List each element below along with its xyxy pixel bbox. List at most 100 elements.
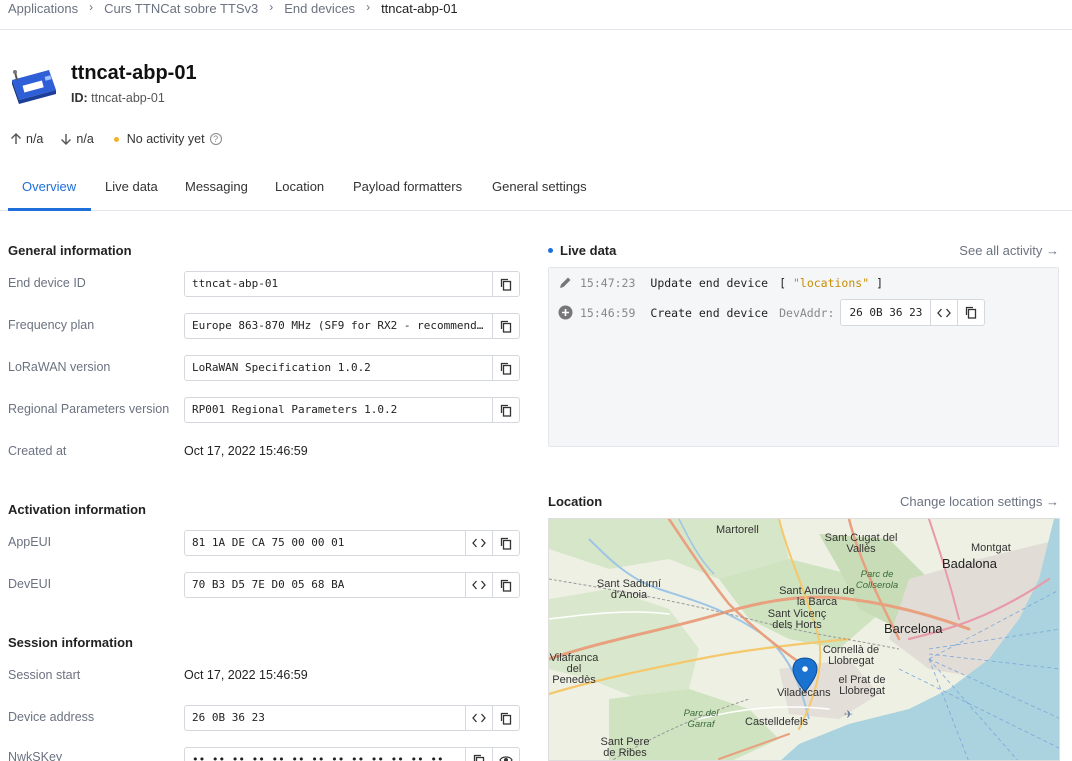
- breadcrumb: Applications › Curs TTNCat sobre TTSv3 ›…: [0, 0, 1072, 30]
- deveui-field: 70 B3 D5 7E D0 05 68 BA: [184, 572, 520, 598]
- map-label: el Prat de Llobregat: [838, 674, 886, 697]
- activation-info-title: Activation information: [8, 502, 146, 517]
- toggle-format-button[interactable]: [465, 706, 492, 730]
- pencil-icon: [557, 275, 573, 291]
- toggle-format-button[interactable]: [465, 531, 492, 555]
- uplink-stat: n/a: [9, 132, 43, 146]
- svg-text:✈: ✈: [844, 709, 853, 721]
- frequency-plan-field: Europe 863-870 MHz (SF9 for RX2 - recomm…: [184, 313, 520, 339]
- copy-button[interactable]: [492, 398, 519, 422]
- location-title: Location: [548, 494, 603, 509]
- appeui-label: AppEUI: [8, 535, 52, 549]
- toggle-format-button[interactable]: [465, 573, 492, 597]
- chevron-right-icon: ›: [366, 0, 371, 14]
- event-devaddr-value[interactable]: 26 0B 36 23: [841, 300, 930, 325]
- event-bracket-open: [: [779, 276, 787, 290]
- toggle-format-button[interactable]: [930, 300, 957, 325]
- copy-icon: [500, 712, 512, 725]
- plus-circle-icon: [557, 305, 573, 321]
- breadcrumb-application[interactable]: Curs TTNCat sobre TTSv3: [104, 0, 258, 17]
- appeui-value[interactable]: 81 1A DE CA 75 00 00 01: [185, 531, 465, 555]
- device-id: ID: ttncat-abp-01: [71, 91, 165, 105]
- session-start-label: Session start: [8, 668, 81, 682]
- activity-status: No activity yet ?: [113, 132, 222, 146]
- chevron-right-icon: ›: [269, 0, 274, 14]
- copy-button[interactable]: [492, 531, 519, 555]
- device-id-label: ID:: [71, 91, 88, 105]
- copy-icon: [500, 278, 512, 291]
- breadcrumb-end-devices[interactable]: End devices: [284, 0, 355, 17]
- event-row[interactable]: 15:46:59 Create end device DevAddr: 26 0…: [557, 299, 986, 326]
- created-at-label: Created at: [8, 444, 67, 458]
- session-start-value: Oct 17, 2022 15:46:59: [184, 668, 308, 682]
- copy-icon: [500, 362, 512, 375]
- code-icon: [472, 713, 486, 723]
- arrow-up-icon: [11, 133, 21, 144]
- nwkskey-field: •• •• •• •• •• •• •• •• •• •• •• •• •• •…: [184, 747, 520, 761]
- copy-button[interactable]: [957, 300, 984, 325]
- copy-button[interactable]: [492, 314, 519, 338]
- event-description: Create end device: [650, 305, 769, 320]
- frequency-plan-value[interactable]: Europe 863-870 MHz (SF9 for RX2 - recomm…: [185, 314, 492, 338]
- device-address-label: Device address: [8, 710, 95, 724]
- tab-location[interactable]: Location: [275, 179, 324, 194]
- event-field-tag: "locations": [792, 276, 870, 290]
- map-label: Sant Cugat del Vallès: [824, 532, 898, 555]
- code-icon: [472, 580, 486, 590]
- status-dot: [113, 136, 119, 142]
- change-location-settings-link[interactable]: Change location settings →: [900, 494, 1059, 509]
- breadcrumb-current: ttncat-abp-01: [381, 1, 458, 16]
- event-row[interactable]: 15:47:23 Update end device [ "locations"…: [557, 275, 883, 291]
- device-address-field: 26 0B 36 23: [184, 705, 520, 731]
- event-key: DevAddr:: [779, 305, 835, 320]
- deveui-value[interactable]: 70 B3 D5 7E D0 05 68 BA: [185, 573, 465, 597]
- help-icon[interactable]: ?: [209, 133, 222, 145]
- chevron-right-icon: ›: [89, 0, 94, 14]
- map-label: Badalona: [942, 556, 997, 571]
- live-data-title: Live data: [548, 243, 616, 258]
- regional-params-value[interactable]: RP001 Regional Parameters 1.0.2: [185, 398, 492, 422]
- copy-icon: [966, 306, 977, 319]
- code-icon: [472, 538, 486, 548]
- device-address-value[interactable]: 26 0B 36 23: [185, 706, 465, 730]
- map-label: Vilafranca del Penedès: [549, 652, 599, 686]
- tab-overview[interactable]: Overview: [22, 179, 76, 194]
- copy-icon: [473, 754, 485, 761]
- end-device-id-value[interactable]: ttncat-abp-01: [185, 272, 492, 296]
- live-data-title-text: Live data: [560, 243, 617, 258]
- copy-button[interactable]: [492, 573, 519, 597]
- copy-button[interactable]: [465, 748, 492, 761]
- copy-button[interactable]: [492, 706, 519, 730]
- map-label: Barcelona: [884, 621, 943, 636]
- copy-button[interactable]: [492, 272, 519, 296]
- copy-button[interactable]: [492, 356, 519, 380]
- tab-payload-formatters[interactable]: Payload formatters: [353, 179, 462, 194]
- copy-icon: [500, 537, 512, 550]
- appeui-field: 81 1A DE CA 75 00 00 01: [184, 530, 520, 556]
- tab-general-settings[interactable]: General settings: [492, 179, 587, 194]
- see-all-activity-link[interactable]: See all activity →: [959, 243, 1059, 258]
- live-data-panel: 15:47:23 Update end device [ "locations"…: [548, 267, 1059, 447]
- lorawan-version-field: LoRaWAN Specification 1.0.2: [184, 355, 520, 381]
- tab-live-data[interactable]: Live data: [105, 179, 158, 194]
- event-time: 15:46:59: [580, 305, 636, 320]
- nwkskey-value[interactable]: •• •• •• •• •• •• •• •• •• •• •• •• •• •…: [185, 748, 465, 761]
- activity-text: No activity yet: [126, 132, 205, 146]
- show-key-button[interactable]: [492, 748, 519, 761]
- map-label: Cornellà de Llobregat: [822, 644, 880, 667]
- arrow-down-icon: [61, 134, 72, 145]
- uplink-count: n/a: [26, 132, 44, 146]
- live-indicator-dot: [548, 248, 553, 253]
- breadcrumb-applications[interactable]: Applications: [8, 0, 78, 17]
- map-label: Montgat: [971, 542, 1011, 554]
- page-title: ttncat-abp-01: [71, 62, 197, 84]
- map-label: Parc de Collserola: [855, 569, 899, 591]
- event-description: Update end device: [650, 276, 769, 290]
- location-map[interactable]: ✈ Martorell Sant Cugat del Vallès Montga…: [548, 518, 1060, 761]
- eye-icon: [499, 756, 513, 761]
- end-device-id-label: End device ID: [8, 276, 86, 290]
- nwkskey-label: NwkSKey: [8, 750, 63, 761]
- event-bracket-close: ]: [876, 276, 884, 290]
- lorawan-version-value[interactable]: LoRaWAN Specification 1.0.2: [185, 356, 492, 380]
- tab-messaging[interactable]: Messaging: [185, 179, 248, 194]
